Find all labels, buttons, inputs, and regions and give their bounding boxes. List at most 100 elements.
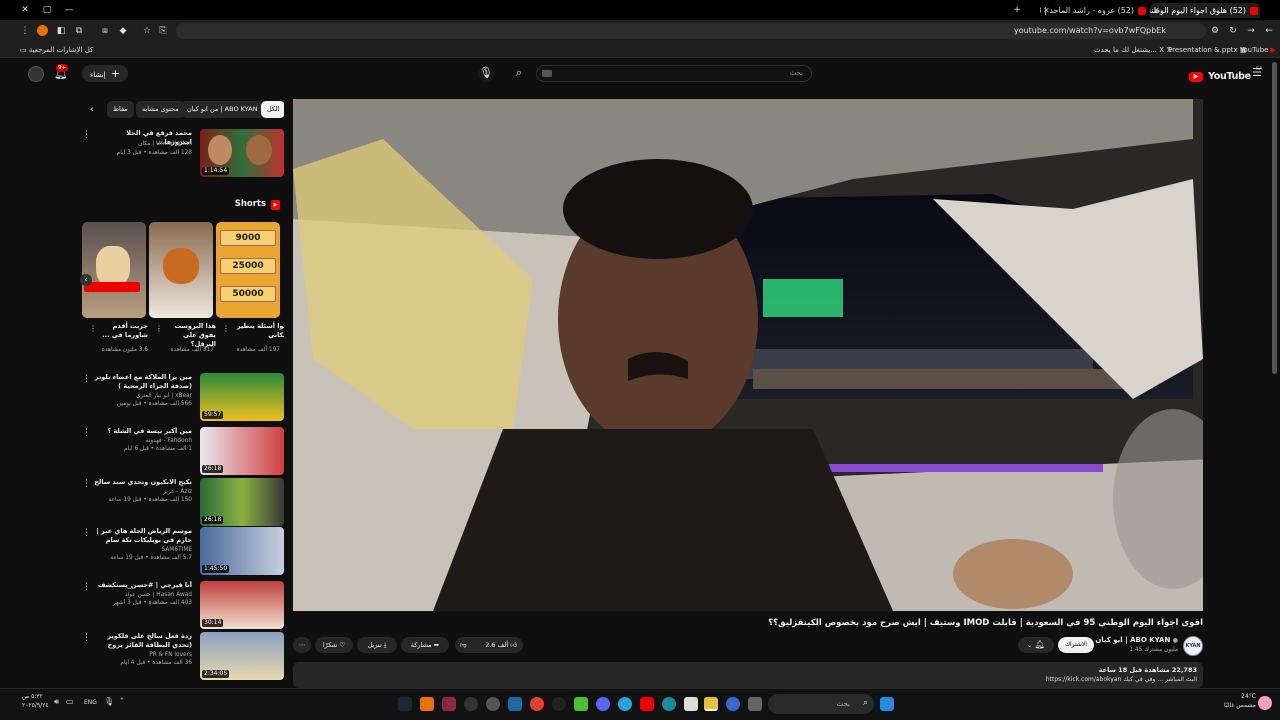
channel-avatar[interactable]: KYAN: [1183, 636, 1203, 656]
profile-avatar[interactable]: [37, 25, 48, 36]
channel-name[interactable]: xBear | أبو بيار العنزي: [92, 392, 192, 400]
thanks-button[interactable]: شكرًا ♡: [315, 637, 353, 653]
copilot-icon[interactable]: [726, 697, 740, 711]
search-input[interactable]: بحث: [536, 65, 812, 82]
chevron-left-icon[interactable]: ‹: [90, 105, 94, 115]
short-thumbnail[interactable]: [149, 222, 213, 318]
channel-name[interactable]: Aziz - عزيز: [92, 488, 192, 496]
channel-name[interactable]: SAM6TIME: [92, 546, 192, 554]
diamond-icon[interactable]: ◆: [116, 24, 130, 38]
video-thumbnail[interactable]: 1:45:50: [200, 527, 284, 575]
edge-icon[interactable]: [662, 697, 676, 711]
hamburger-menu-icon[interactable]: ☰: [1250, 66, 1264, 80]
sidebar-icon[interactable]: ◧: [54, 24, 68, 38]
weather-temp[interactable]: 24°C: [1220, 693, 1256, 701]
chip-all[interactable]: الكل: [261, 101, 284, 118]
keyboard-icon[interactable]: [542, 70, 552, 77]
related-video[interactable]: 26:18 مين أكبر بيسة في الشلة ؟ Fahdonh -…: [80, 427, 284, 475]
bookmark-star-icon[interactable]: ☆: [140, 24, 154, 38]
short-thumbnail[interactable]: 9000 25000 50000: [216, 222, 280, 318]
video-title[interactable]: نكبح الانكيون وتحدي سند سالح: [92, 478, 192, 487]
weather-desc[interactable]: مشمس غالبًا: [1208, 702, 1256, 710]
tab-active[interactable]: ✕ (52) هلوق اجواء اليوم الوطني 95: [1150, 3, 1260, 18]
related-video[interactable]: 30:14 أنا فيرجي | #حسن_يستكشف Hasan Awad…: [80, 581, 284, 629]
video-title[interactable]: موسم الرياض الحلة هاي عير | حارم في بوبل…: [92, 527, 192, 545]
video-title[interactable]: مين يرا الملاكة مع اعضاء بلوتر (صدفة الج…: [92, 373, 192, 391]
more-options-icon[interactable]: ⋮: [82, 480, 91, 489]
video-title[interactable]: ردة فعل سالح على فلكويز (تحدي البطاقة ال…: [92, 632, 192, 650]
video-thumbnail[interactable]: 26:18: [200, 427, 284, 475]
discord-icon[interactable]: [596, 697, 610, 711]
app-icon[interactable]: [508, 697, 522, 711]
more-options-icon[interactable]: ⋮: [82, 131, 91, 140]
obs-icon[interactable]: [464, 697, 478, 711]
related-video[interactable]: 1:14:54 محمد فرقع في الحلا امبرورها... U…: [80, 129, 284, 177]
create-button[interactable]: إنشاء +: [82, 65, 129, 82]
weather-icon[interactable]: [1258, 696, 1272, 710]
mic-icon[interactable]: 🎙︎: [104, 698, 114, 706]
related-video[interactable]: 2:34:05 ردة فعل سالح على فلكويز (تحدي ال…: [80, 632, 284, 680]
maximize-window-icon[interactable]: ▢: [40, 3, 54, 17]
chip-similar[interactable]: محتوى مشابه: [136, 101, 185, 118]
like-button[interactable]: 2.6 ألف 👍︎: [485, 637, 517, 653]
video-player[interactable]: [293, 99, 1203, 611]
extensions-icon[interactable]: ⧉: [72, 24, 86, 38]
channel-name[interactable]: Hasan Awad | حسن عواد: [92, 591, 192, 599]
page-scrollbar[interactable]: [1272, 62, 1277, 374]
video-thumbnail[interactable]: 2:34:05: [200, 632, 284, 680]
related-video[interactable]: 59:57 مين يرا الملاكة مع اعضاء بلوتر (صد…: [80, 373, 284, 421]
description-box[interactable]: 22,783 مشاهدة قبل 18 ساعة البث المباشر .…: [293, 662, 1203, 688]
channel-name[interactable]: Fahdonh - فهدونه: [92, 437, 192, 445]
close-window-icon[interactable]: ✕: [18, 3, 32, 17]
address-input[interactable]: youtube.com/watch?v=ovb7wFQpbEk: [176, 23, 1206, 39]
network-icon[interactable]: ▭: [66, 698, 74, 706]
channel-name[interactable]: UncleHattan | مكان: [92, 140, 192, 148]
cast-icon[interactable]: ⎘: [156, 24, 170, 38]
task-view-icon[interactable]: [748, 697, 762, 711]
volume-icon[interactable]: 🔊︎: [54, 698, 59, 706]
related-video[interactable]: 26:18 نكبح الانكيون وتحدي سند سالح Aziz …: [80, 478, 284, 526]
minimize-window-icon[interactable]: —: [62, 3, 76, 17]
video-thumbnail[interactable]: 1:14:54: [200, 129, 284, 177]
channel-name[interactable]: PR & FN lovers: [92, 651, 192, 659]
dislike-button[interactable]: 👎︎: [460, 637, 467, 653]
video-thumbnail[interactable]: 30:14: [200, 581, 284, 629]
short-title[interactable]: أقوا أسئلة بنطير منكاني: [230, 322, 284, 340]
video-title[interactable]: أنا فيرجي | #حسن_يستكشف: [92, 581, 192, 590]
menu-dots-icon[interactable]: ⋮: [18, 24, 32, 38]
short-title[interactable]: هذا البروست بفوق على البرقل؟: [156, 322, 216, 349]
reload-icon[interactable]: ↻: [1226, 24, 1240, 38]
more-actions-button[interactable]: ⋯: [293, 637, 311, 653]
clock-date[interactable]: ٢٠٢٥/٩/٢٤: [22, 702, 49, 710]
video-thumbnail[interactable]: 59:57: [200, 373, 284, 421]
app-icon[interactable]: [574, 697, 588, 711]
short-title[interactable]: جربت أقدم شاورما في ...: [88, 322, 148, 340]
steam-icon[interactable]: [398, 697, 412, 711]
more-options-icon[interactable]: ⋮: [155, 324, 163, 333]
bookmark-presentation[interactable]: Presentation &.pptx ▦: [1168, 44, 1247, 56]
chip-channel[interactable]: من ابو كيان | ABO KYAN: [181, 101, 264, 118]
new-tab-icon[interactable]: +: [1010, 3, 1024, 17]
windows-start-icon[interactable]: [880, 697, 894, 711]
subscribe-button[interactable]: الاشتراك: [1058, 637, 1094, 653]
bookmark-x[interactable]: يشتغل لك ما يحدث... X 𝕏: [1094, 44, 1172, 56]
tab-second[interactable]: ✕ (52) عروه - راشد الماجد | 2013 م: [1040, 3, 1148, 18]
bookmark-youtube[interactable]: YouTube ▶: [1240, 44, 1276, 56]
forward-icon[interactable]: →: [1244, 24, 1258, 38]
short-thumbnail[interactable]: [82, 222, 146, 318]
chip-shorts-videos[interactable]: مقاط: [107, 101, 134, 118]
download-button[interactable]: تنزيل ⤓: [357, 637, 397, 653]
telegram-icon[interactable]: [618, 697, 632, 711]
app-icon[interactable]: [442, 697, 456, 711]
file-explorer-icon[interactable]: [704, 697, 718, 711]
more-options-icon[interactable]: ⋮: [82, 429, 91, 438]
settings-icon[interactable]: [486, 697, 500, 711]
share-button[interactable]: مشاركة ➦: [401, 637, 449, 653]
shorts-prev-arrow-icon[interactable]: ‹: [80, 274, 92, 286]
video-thumbnail[interactable]: 26:18: [200, 478, 284, 526]
more-options-icon[interactable]: ⋮: [222, 324, 230, 333]
more-options-icon[interactable]: ⋮: [82, 634, 91, 643]
notification-bell-button[interactable]: ⌄ 🔔︎: [1018, 637, 1054, 653]
chrome-profile-icon[interactable]: [420, 697, 434, 711]
account-avatar[interactable]: [28, 66, 44, 82]
